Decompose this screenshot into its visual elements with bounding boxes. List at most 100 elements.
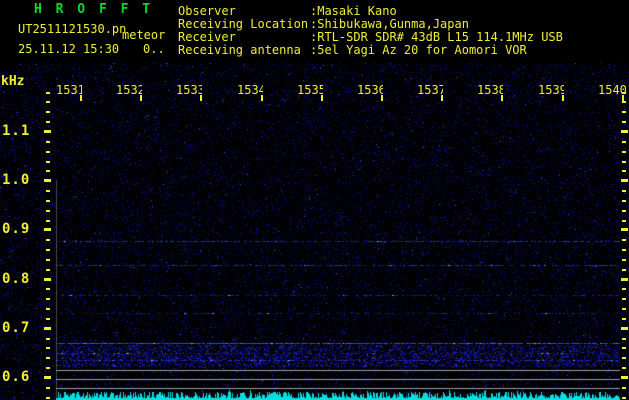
- axis-tick: [622, 347, 626, 349]
- filename: UT2511121530.pn: [18, 23, 126, 36]
- axis-tick: [44, 130, 51, 133]
- axis-tick: [381, 95, 383, 101]
- axis-tick: [46, 387, 50, 389]
- axis-tick: [622, 111, 626, 113]
- axis-tick: [46, 210, 50, 212]
- info-value: :5el Yagi Az 20 for Aomori VOR: [310, 43, 527, 57]
- spectrogram-canvas: [0, 63, 629, 400]
- x-axis-tick-label: 1537: [417, 83, 443, 96]
- axis-tick: [622, 259, 626, 261]
- info-label: Receiving antenna: [178, 43, 301, 57]
- x-axis-tick-label: 1538: [477, 83, 503, 96]
- axis-tick: [46, 298, 50, 300]
- x-axis-tick-label: 1540: [598, 83, 629, 96]
- axis-tick: [46, 170, 50, 172]
- y-axis-tick-label: 1.1: [2, 123, 30, 139]
- axis-tick: [622, 288, 626, 290]
- axis-tick: [46, 161, 50, 163]
- axis-tick: [622, 367, 626, 369]
- axis-tick: [46, 367, 50, 369]
- axis-tick: [622, 387, 626, 389]
- y-axis-tick-label: 0.6: [2, 369, 30, 385]
- axis-tick: [622, 151, 626, 153]
- info-value: :Masaki Kano: [310, 4, 397, 18]
- axis-tick: [622, 200, 626, 202]
- axis-tick: [622, 220, 626, 222]
- axis-tick: [80, 95, 82, 101]
- axis-tick: [261, 95, 263, 101]
- axis-tick: [441, 95, 443, 101]
- axis-tick: [622, 318, 626, 320]
- x-axis-tick-label: 1533: [176, 83, 202, 96]
- axis-tick: [622, 210, 626, 212]
- axis-tick: [562, 95, 564, 101]
- axis-tick: [46, 200, 50, 202]
- axis-tick: [622, 101, 626, 103]
- info-label: Observer: [178, 4, 236, 18]
- info-label: Receiving Location: [178, 17, 308, 31]
- axis-tick: [46, 249, 50, 251]
- x-axis-tick-label: 1535: [297, 83, 323, 96]
- hrofft-window: H R O F F T UT2511121530.pn meteor 25.11…: [0, 0, 629, 400]
- axis-tick: [321, 95, 323, 101]
- axis-tick: [46, 101, 50, 103]
- axis-tick: [46, 308, 50, 310]
- axis-tick: [46, 239, 50, 241]
- axis-tick: [46, 357, 50, 359]
- y-axis-tick-label: 1.0: [2, 172, 30, 188]
- datetime: 25.11.12 15:30: [18, 43, 119, 56]
- axis-tick: [46, 141, 50, 143]
- axis-tick: [622, 338, 626, 340]
- axis-tick: [622, 239, 626, 241]
- axis-tick: [622, 397, 626, 399]
- axis-tick: [140, 95, 142, 101]
- x-axis-tick-label: 1532: [116, 83, 142, 96]
- x-axis-tick-label: 1531: [56, 83, 82, 96]
- axis-tick: [46, 397, 50, 399]
- axis-tick: [622, 357, 626, 359]
- axis-tick: [621, 376, 628, 379]
- app-title: H R O F F T: [34, 3, 153, 17]
- axis-tick: [621, 179, 628, 182]
- y-axis-tick-label: 0.7: [2, 320, 30, 336]
- info-value: :RTL-SDR SDR# 43dB L15 114.1MHz USB: [310, 30, 563, 44]
- info-value: :Shibukawa,Gunma,Japan: [310, 17, 469, 31]
- axis-tick: [622, 121, 626, 123]
- axis-tick: [622, 92, 626, 94]
- y-axis-tick-label: 0.9: [2, 221, 30, 237]
- axis-tick: [46, 121, 50, 123]
- x-axis-tick-label: 1534: [237, 83, 263, 96]
- axis-tick: [46, 151, 50, 153]
- axis-tick: [46, 269, 50, 271]
- axis-tick: [46, 318, 50, 320]
- axis-tick: [622, 141, 626, 143]
- info-label: Receiver: [178, 30, 236, 44]
- axis-tick: [501, 95, 503, 101]
- progress-indicator: 0..: [143, 43, 165, 56]
- axis-tick: [622, 249, 626, 251]
- axis-tick: [44, 327, 51, 330]
- axis-tick: [46, 92, 50, 94]
- axis-tick: [622, 190, 626, 192]
- axis-tick: [44, 228, 51, 231]
- axis-tick: [621, 327, 628, 330]
- axis-tick: [44, 179, 51, 182]
- observation-name: meteor: [122, 29, 165, 42]
- axis-tick: [622, 308, 626, 310]
- axis-tick: [46, 338, 50, 340]
- axis-tick: [46, 220, 50, 222]
- axis-tick: [621, 278, 628, 281]
- axis-tick: [44, 278, 51, 281]
- axis-tick: [622, 161, 626, 163]
- axis-tick: [621, 130, 628, 133]
- y-axis-unit-label: kHz: [1, 75, 24, 89]
- x-axis-tick-label: 1539: [538, 83, 564, 96]
- axis-tick: [622, 298, 626, 300]
- y-axis-tick-label: 0.8: [2, 271, 30, 287]
- axis-tick: [621, 228, 628, 231]
- axis-tick: [44, 376, 51, 379]
- axis-tick: [622, 269, 626, 271]
- axis-tick: [46, 259, 50, 261]
- axis-tick: [46, 190, 50, 192]
- axis-tick: [46, 347, 50, 349]
